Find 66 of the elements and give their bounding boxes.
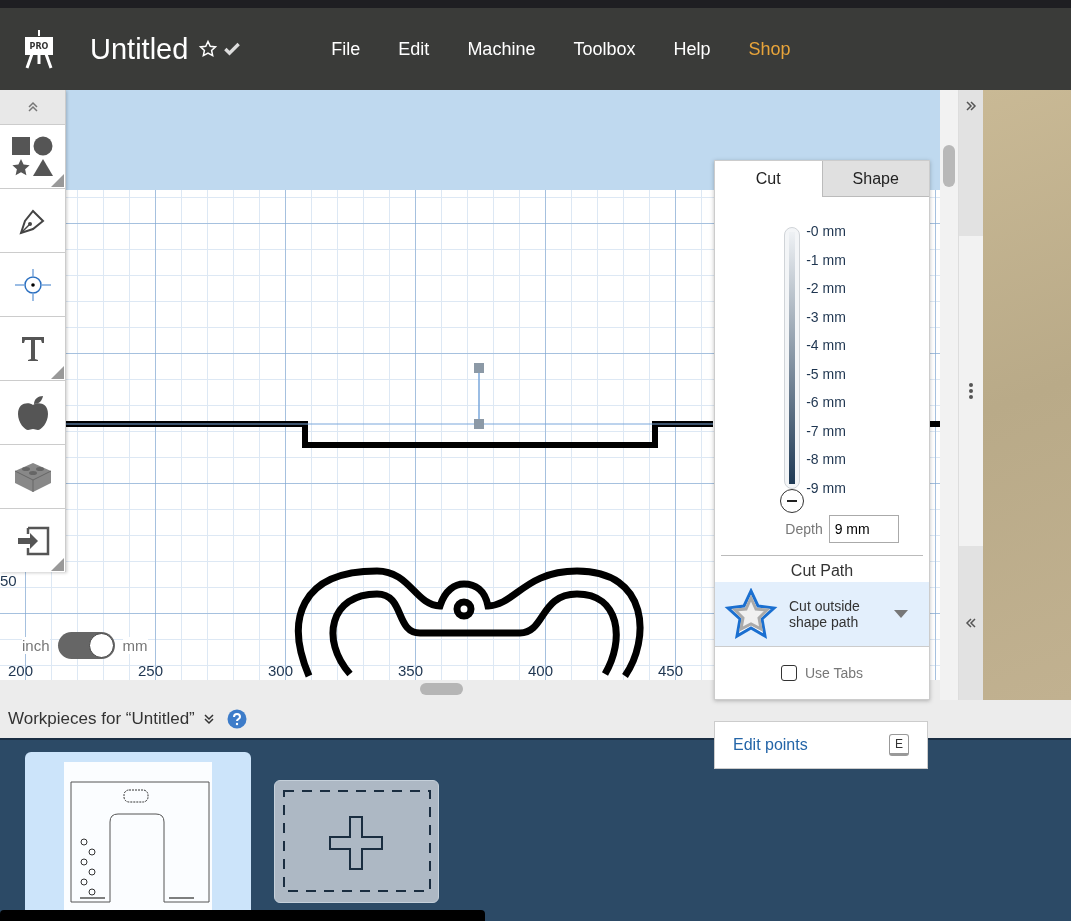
ruler-label: 200 [8,662,34,679]
dashed-plus-icon [281,788,432,895]
star-outline-icon [723,588,779,640]
depth-scale-label: -9 mm [806,478,846,498]
depth-slider-thumb[interactable] [780,489,805,513]
menu-item[interactable]: Edit [379,38,449,60]
shapes-tool[interactable] [0,124,65,188]
ruler-label: 300 [268,662,294,679]
menu-item[interactable]: File [312,38,380,60]
depth-label: Depth [785,521,823,537]
depth-input[interactable]: 9 mm [828,515,899,543]
shapes-icon [10,135,55,178]
import-arrow-icon [15,525,50,556]
menu-item[interactable]: Toolbox [554,38,655,60]
workpieces-title: Workpieces for “Untitled” [8,709,195,729]
ruler-label: 350 [398,662,424,679]
ruler-label: 400 [528,662,554,679]
crosshair-icon [12,266,53,303]
ruler-label: 50 [0,572,17,589]
double-chevron-right-icon [965,100,977,112]
double-chevron-up-icon [26,101,39,113]
vertical-scrollbar-thumb[interactable] [943,145,955,187]
depth-scale-label: -3 mm [806,307,846,327]
text-tool[interactable] [0,316,65,380]
ruler-label: 450 [658,662,684,679]
menu-item[interactable]: Help [654,38,730,60]
depth-scale-label: -4 mm [806,336,846,355]
unit-label: mm [122,637,148,654]
caret-down-icon [894,610,908,618]
vertical-dots-icon [969,383,973,399]
edit-points-link[interactable]: Edit points [733,736,808,754]
panel-tab[interactable]: Cut [715,161,822,197]
selection-handle[interactable] [474,363,484,429]
add-workpiece-button[interactable] [274,780,439,903]
menu-item[interactable]: Shop [729,38,810,60]
depth-slider-track[interactable] [784,227,801,489]
depth-scale-label: -6 mm [806,393,846,412]
keyboard-shortcut: E [889,734,909,756]
panel-tab[interactable]: Shape [821,161,929,197]
cut-line-drawing [929,421,940,427]
use-tabs-label: Use Tabs [804,665,864,681]
use-tabs-checkbox[interactable] [780,665,797,681]
letter-t-icon [19,334,46,363]
double-chevron-down-icon[interactable] [202,713,215,725]
horizontal-scrollbar-thumb[interactable] [420,683,463,695]
depth-scale-label: -0 mm [806,222,846,241]
depth-scale-label: -2 mm [806,279,846,298]
ruler-label: 250 [138,662,164,679]
depth-scale-label: -8 mm [806,450,846,469]
depth-scale-label: -1 mm [806,250,846,270]
help-icon[interactable] [226,709,247,729]
pen-tool[interactable] [0,188,65,252]
menu-item[interactable]: Machine [448,38,555,60]
unit-label: inch [22,637,50,654]
star-icon[interactable] [198,39,219,59]
double-chevron-left-icon [965,617,977,629]
unit-toggle[interactable] [57,632,115,659]
cut-path-dropdown[interactable]: Cut outside shape path [715,582,929,647]
apple-icon [16,394,49,431]
import-tool[interactable] [0,508,65,572]
depth-scale-label: -5 mm [806,364,846,384]
apps-tool[interactable] [0,444,65,508]
depth-scale-label: -7 mm [806,421,846,441]
document-title: Untitled [90,32,189,66]
brick-icon [13,460,52,493]
icon-library-tool[interactable] [0,380,65,444]
